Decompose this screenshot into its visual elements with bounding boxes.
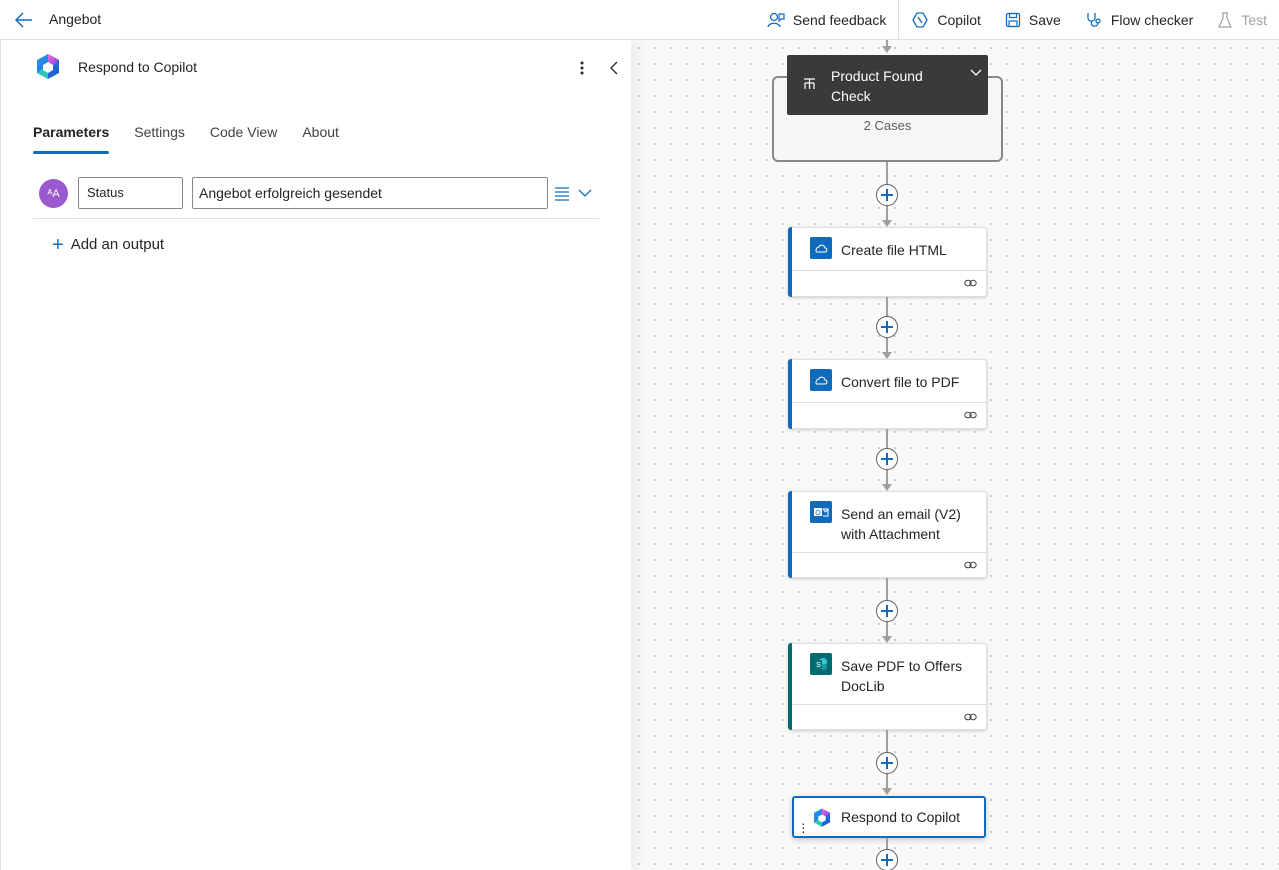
card-title: Respond to Copilot [841, 809, 961, 825]
feedback-person-icon [767, 12, 785, 28]
save-icon [1005, 12, 1021, 28]
card-footer [792, 552, 986, 553]
connector-arrow [882, 46, 892, 53]
add-output-label: Add an output [70, 236, 165, 253]
flow-checker-label: Flow checker [1110, 12, 1194, 28]
action-card-respond-to-copilot[interactable]: · · · Respond to Copilot [792, 796, 986, 838]
save-label: Save [1028, 12, 1061, 28]
add-output-button[interactable]: + Add an output [52, 233, 165, 256]
back-button[interactable] [12, 8, 36, 32]
chevron-down-icon[interactable] [970, 68, 982, 78]
test-label: Test [1241, 12, 1267, 28]
chevron-down-icon[interactable] [578, 185, 592, 201]
output-row: ᴬA Status Angebot erfolgreich gesendet [33, 174, 599, 219]
copilot-icon [813, 808, 831, 827]
flow-canvas[interactable]: Product Found Check 2 Cases Create file … [631, 40, 1279, 870]
panel-tabs: Parameters Settings Code View About [33, 124, 364, 156]
card-accent [788, 491, 792, 578]
flow-name: Angebot [49, 11, 102, 27]
card-footer [792, 402, 986, 403]
drag-handle-icon[interactable]: · · · [801, 816, 806, 838]
action-card-create-file-html[interactable]: Create file HTML [788, 227, 987, 297]
tab-settings[interactable]: Settings [134, 124, 185, 154]
copilot-button[interactable]: Copilot [899, 0, 993, 40]
card-title: Create file HTML [841, 242, 947, 258]
arrow-left-icon [15, 12, 32, 28]
action-details-panel: Respond to Copilot Parameters Settings C… [0, 40, 631, 870]
send-feedback-label: Send feedback [792, 12, 887, 28]
copilot-icon [912, 12, 929, 28]
card-accent [788, 359, 792, 429]
link-icon [964, 279, 977, 287]
action-card-convert-file-to-pdf[interactable]: Convert file to PDF [788, 359, 987, 429]
test-button[interactable]: Test [1205, 0, 1279, 40]
copilot-logo-icon [37, 54, 59, 79]
sharepoint-icon: S [810, 653, 832, 675]
text-type-avatar: ᴬA [39, 179, 68, 208]
tab-about[interactable]: About [302, 124, 339, 154]
output-name-field[interactable]: Status [78, 177, 183, 209]
switch-cases-count: 2 Cases [863, 118, 912, 133]
card-accent [788, 643, 792, 730]
action-card-save-pdf[interactable]: S Save PDF to Offers DocLib [788, 643, 987, 730]
insert-step-button[interactable] [876, 448, 898, 470]
tab-parameters[interactable]: Parameters [33, 124, 110, 154]
onedrive-icon [810, 369, 832, 391]
outlook-icon: O [810, 501, 832, 523]
card-footer [792, 704, 986, 705]
svg-text:O: O [815, 510, 821, 517]
tab-code-view[interactable]: Code View [210, 124, 277, 154]
insert-step-button[interactable] [876, 316, 898, 338]
output-value-field[interactable]: Angebot erfolgreich gesendet [192, 177, 548, 209]
command-bar: Angebot Send feedback Copilot Save Flow … [0, 0, 1279, 40]
insert-step-button[interactable] [876, 184, 898, 206]
switch-icon [804, 78, 815, 89]
card-footer [792, 270, 986, 271]
card-title: Send an email (V2) with Attachment [841, 506, 961, 542]
link-icon [964, 411, 977, 419]
beaker-icon [1218, 12, 1233, 28]
link-icon [964, 713, 977, 721]
collapse-panel-button[interactable] [606, 58, 622, 78]
more-vertical-icon [580, 61, 584, 75]
connector-arrow [882, 636, 892, 643]
connector-arrow [882, 484, 892, 491]
card-title: Save PDF to Offers DocLib [841, 658, 963, 694]
panel-title: Respond to Copilot [78, 59, 198, 75]
switch-action-card[interactable]: Product Found Check [787, 55, 988, 115]
save-button[interactable]: Save [993, 0, 1073, 40]
connector-arrow [882, 220, 892, 227]
copilot-label: Copilot [937, 12, 981, 28]
chevron-left-icon [610, 61, 618, 75]
more-options-button[interactable] [574, 58, 590, 78]
svg-text:S: S [816, 662, 821, 669]
card-title: Convert file to PDF [841, 374, 960, 390]
switch-title: Product Found Check [831, 68, 923, 104]
send-feedback-button[interactable]: Send feedback [755, 0, 898, 40]
connector-arrow [882, 788, 892, 795]
connector-arrow [882, 352, 892, 359]
insert-step-button[interactable] [876, 849, 898, 870]
insert-step-button[interactable] [876, 600, 898, 622]
plus-icon: + [52, 233, 64, 256]
text-align-icon[interactable] [554, 185, 570, 201]
stethoscope-icon [1087, 13, 1101, 27]
action-card-send-email[interactable]: O Send an email (V2) with Attachment [788, 491, 987, 578]
panel-header: Respond to Copilot [33, 52, 618, 84]
link-icon [964, 561, 977, 569]
card-accent [788, 227, 792, 297]
insert-step-button[interactable] [876, 752, 898, 774]
flow-checker-button[interactable]: Flow checker [1073, 0, 1205, 40]
onedrive-icon [810, 237, 832, 259]
